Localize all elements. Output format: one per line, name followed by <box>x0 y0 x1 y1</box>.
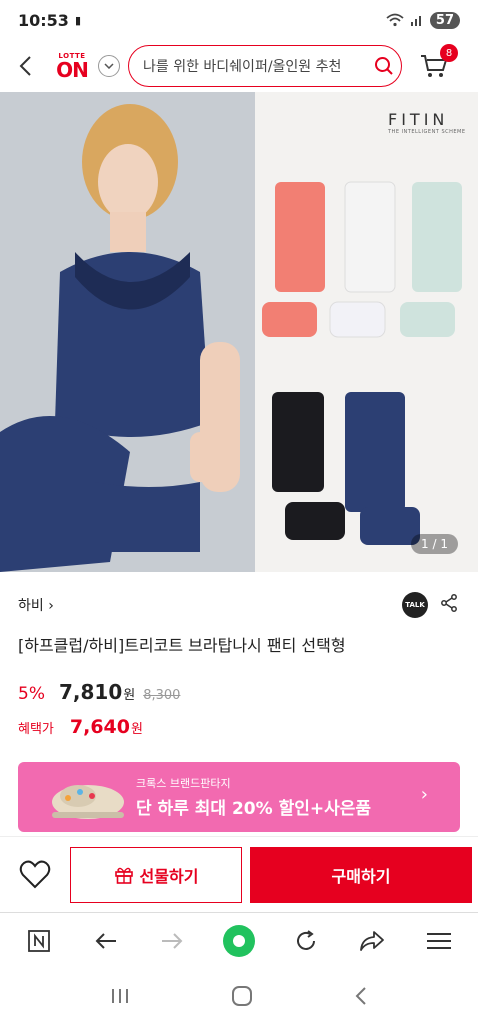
wishlist-button[interactable] <box>0 860 70 890</box>
hamburger-icon <box>426 932 451 949</box>
browser-toolbar <box>0 912 478 968</box>
chevron-right-icon: › <box>420 784 428 805</box>
chevron-down-icon <box>104 63 114 69</box>
chevron-right-icon: › <box>48 598 54 614</box>
brand-row: 하비 › TALK <box>18 592 458 618</box>
benefit-currency: 원 <box>131 722 143 737</box>
share-page-button[interactable] <box>352 921 392 961</box>
gift-icon <box>114 867 133 884</box>
banner-subtitle: 크록스 브랜드판타지 <box>136 777 231 790</box>
share-icon <box>441 594 457 612</box>
menu-dropdown-button[interactable] <box>98 55 120 77</box>
brand-name: 하비 <box>18 598 44 614</box>
search-placeholder: 나를 위한 바디쉐이퍼/올인원 추천 <box>143 59 342 75</box>
gift-label: 선물하기 <box>139 867 199 886</box>
divider <box>0 836 478 837</box>
benefit-label: 혜택가 <box>18 722 54 737</box>
logo-main-text: ON <box>56 57 89 82</box>
arrow-left-icon <box>95 932 116 949</box>
brand-link[interactable]: 하비 › <box>18 595 54 615</box>
crocs-shoe-image <box>52 785 124 819</box>
discount-rate: 5% <box>18 684 45 704</box>
product-image[interactable]: FITIN THE INTELLIGENT SCHEME 1 / 1 <box>0 92 478 572</box>
signal-icon <box>410 16 421 26</box>
system-nav-bar <box>0 968 478 1024</box>
back-nav-icon[interactable] <box>354 986 368 1006</box>
back-button[interactable] <box>0 40 50 92</box>
brand-logo-fitin: FITIN THE INTELLIGENT SCHEME <box>388 110 466 135</box>
buy-button[interactable]: 구매하기 <box>250 847 472 903</box>
status-time: 10:53 <box>18 10 69 30</box>
status-right: 57 <box>386 11 460 29</box>
promo-banner[interactable]: 크록스 브랜드판타지 단 하루 최대 20% 할인+사은품 › <box>18 762 460 832</box>
green-dot-button[interactable] <box>219 921 259 961</box>
product-photo <box>0 92 478 572</box>
cart-button[interactable]: 8 <box>416 44 458 84</box>
benefit-price-row: 혜택가 7,640 원 <box>18 716 143 738</box>
status-bar: 10:53 ▮ 57 <box>0 0 478 40</box>
image-counter: 1 / 1 <box>411 534 458 554</box>
banner-texts: 크록스 브랜드판타지 단 하루 최대 20% 할인+사은품 <box>136 775 371 819</box>
app-header: LOTTE ON 나를 위한 바디쉐이퍼/올인원 추천 8 <box>0 40 478 92</box>
home-icon[interactable] <box>231 985 253 1007</box>
gift-button[interactable]: 선물하기 <box>70 847 242 903</box>
cart-count-badge: 8 <box>440 44 458 62</box>
product-title: [하프클럽/하비]트리코트 브라탑나시 팬티 선택형 <box>18 636 346 655</box>
purchase-actions: 선물하기 구매하기 <box>0 846 478 904</box>
share-arrow-icon <box>360 930 384 951</box>
banner-title: 단 하루 최대 20% 할인+사은품 <box>136 799 372 819</box>
recent-apps-icon[interactable] <box>110 987 130 1005</box>
menu-button[interactable] <box>419 921 459 961</box>
original-price: 8,300 <box>143 688 181 703</box>
brand-tagline: THE INTELLIGENT SCHEME <box>388 129 466 135</box>
search-icon[interactable] <box>367 56 401 76</box>
naver-home-button[interactable] <box>19 921 59 961</box>
search-input[interactable]: 나를 위한 바디쉐이퍼/올인원 추천 <box>128 45 402 87</box>
refresh-button[interactable] <box>286 921 326 961</box>
talk-label: TALK <box>405 601 425 609</box>
notification-icon: ▮ <box>74 13 81 27</box>
benefit-price: 7,640 <box>69 716 130 738</box>
lotte-on-logo[interactable]: LOTTE ON <box>50 52 94 82</box>
naver-n-icon <box>28 929 51 952</box>
refresh-icon <box>296 929 315 950</box>
battery-indicator: 57 <box>429 11 460 29</box>
currency-unit: 원 <box>123 688 136 703</box>
back-arrow-icon <box>19 56 31 76</box>
buy-label: 구매하기 <box>331 867 391 886</box>
wifi-icon <box>386 13 404 27</box>
green-dot-icon <box>222 924 255 957</box>
browser-forward-button[interactable] <box>152 921 192 961</box>
sale-price: 7,810 <box>58 680 123 704</box>
price-row: 5% 7,810 원 8,300 <box>18 680 180 704</box>
heart-icon <box>19 860 51 889</box>
arrow-right-icon <box>162 932 183 949</box>
brand-logo-text: FITIN <box>388 110 449 129</box>
browser-back-button[interactable] <box>86 921 126 961</box>
share-button[interactable] <box>440 594 458 616</box>
kakao-talk-button[interactable]: TALK <box>402 592 428 618</box>
